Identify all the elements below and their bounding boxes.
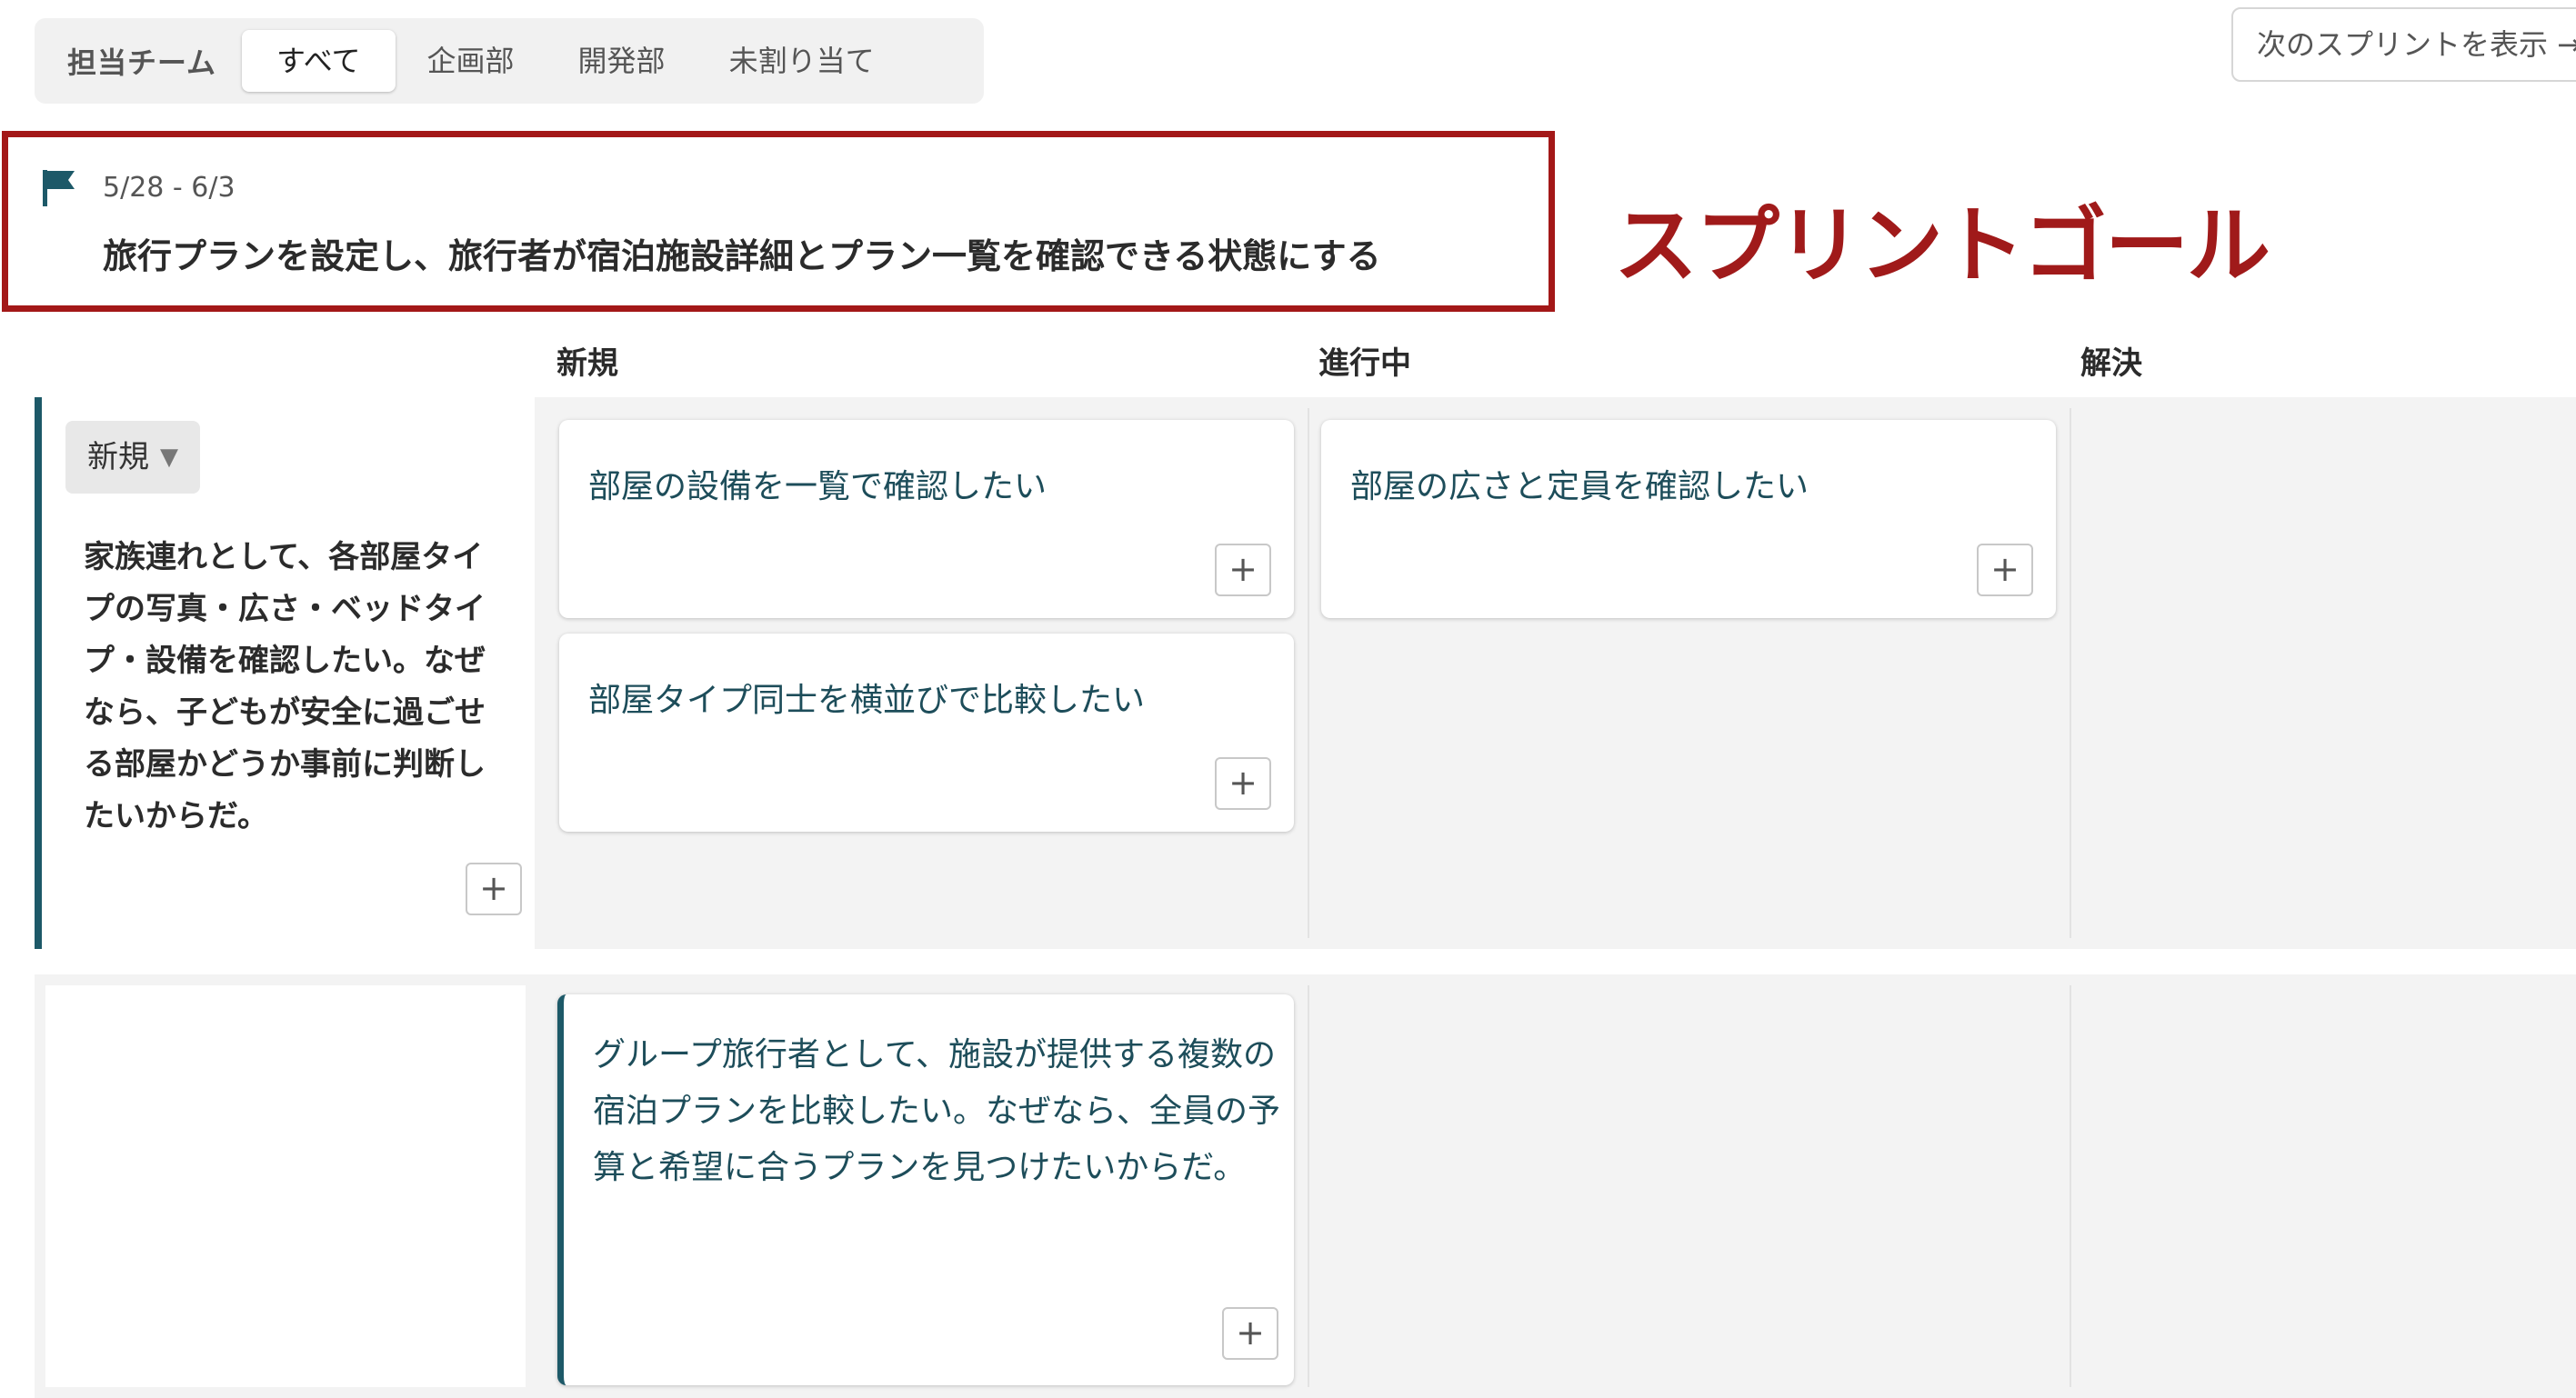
- plus-icon: +: [1990, 549, 2020, 589]
- add-subtask-button[interactable]: +: [1215, 757, 1271, 810]
- task-card[interactable]: 部屋タイプ同士を横並びで比較したい +: [559, 634, 1294, 832]
- plus-icon: +: [1228, 549, 1258, 589]
- column-divider: [1308, 985, 1309, 1387]
- user-story-cell-empty: [45, 985, 526, 1387]
- next-sprint-button[interactable]: 次のスプリントを表示 →: [2231, 7, 2576, 82]
- sprint-goal-box: 5/28 - 6/3 旅行プランを設定し、旅行者が宿泊施設詳細とプラン一覧を確認…: [2, 131, 1555, 312]
- team-filter-label: 担当チーム: [67, 45, 217, 80]
- plus-icon: +: [1228, 763, 1258, 803]
- sprint-dates: 5/28 - 6/3: [103, 172, 236, 204]
- column-header-new: 新規: [556, 345, 618, 382]
- task-title: 部屋の広さと定員を確認したい: [1350, 468, 1809, 505]
- user-story-cell: 新規 ▼ 家族連れとして、各部屋タイプの写真・広さ・ベッドタイプ・設備を確認した…: [35, 397, 535, 949]
- filter-tab-planning[interactable]: 企画部: [396, 30, 546, 92]
- sprint-board-page: 担当チーム すべて 企画部 開発部 未割り当て 次のスプリントを表示 → 5/2…: [0, 0, 2576, 1398]
- status-label: 新規: [87, 439, 149, 475]
- status-dropdown[interactable]: 新規 ▼: [65, 421, 200, 494]
- user-story-text: 家族連れとして、各部屋タイプの写真・広さ・ベッドタイプ・設備を確認したい。なぜな…: [84, 539, 486, 834]
- column-divider: [1308, 408, 1309, 938]
- user-story-card-text: グループ旅行者として、施設が提供する複数の宿泊プランを比較したい。なぜなら、全員…: [593, 1036, 1281, 1186]
- team-filter-bar: 担当チーム すべて 企画部 開発部 未割り当て: [35, 18, 984, 104]
- plus-icon: +: [1236, 1313, 1265, 1353]
- caret-down-icon: ▼: [160, 444, 178, 471]
- user-story-card[interactable]: グループ旅行者として、施設が提供する複数の宿泊プランを比較したい。なぜなら、全員…: [557, 994, 1294, 1385]
- sprint-goal-text: 旅行プランを設定し、旅行者が宿泊施設詳細とプラン一覧を確認できる状態にする: [103, 236, 1381, 276]
- column-divider: [2070, 985, 2071, 1387]
- filter-tab-unassigned[interactable]: 未割り当て: [697, 30, 907, 92]
- plus-icon: +: [479, 868, 508, 908]
- task-card[interactable]: 部屋の広さと定員を確認したい +: [1321, 420, 2056, 618]
- task-card[interactable]: 部屋の設備を一覧で確認したい +: [559, 420, 1294, 618]
- task-title: 部屋の設備を一覧で確認したい: [588, 468, 1047, 505]
- flag-icon: [43, 170, 75, 206]
- column-divider: [2070, 408, 2071, 938]
- swimlane: グループ旅行者として、施設が提供する複数の宿泊プランを比較したい。なぜなら、全員…: [35, 974, 2576, 1398]
- filter-tab-development[interactable]: 開発部: [546, 30, 697, 92]
- add-subtask-button[interactable]: +: [1977, 544, 2033, 596]
- add-task-button[interactable]: +: [1222, 1307, 1278, 1360]
- column-header-in-progress: 進行中: [1318, 345, 1411, 382]
- swimlane: 新規 ▼ 家族連れとして、各部屋タイプの写真・広さ・ベッドタイプ・設備を確認した…: [35, 397, 2576, 949]
- filter-tab-all[interactable]: すべて: [242, 30, 396, 92]
- sprint-goal-annotation: スプリントゴール: [1614, 197, 2270, 295]
- task-title: 部屋タイプ同士を横並びで比較したい: [588, 682, 1146, 719]
- add-task-button[interactable]: +: [466, 863, 522, 915]
- column-header-resolved: 解決: [2080, 345, 2142, 382]
- add-subtask-button[interactable]: +: [1215, 544, 1271, 596]
